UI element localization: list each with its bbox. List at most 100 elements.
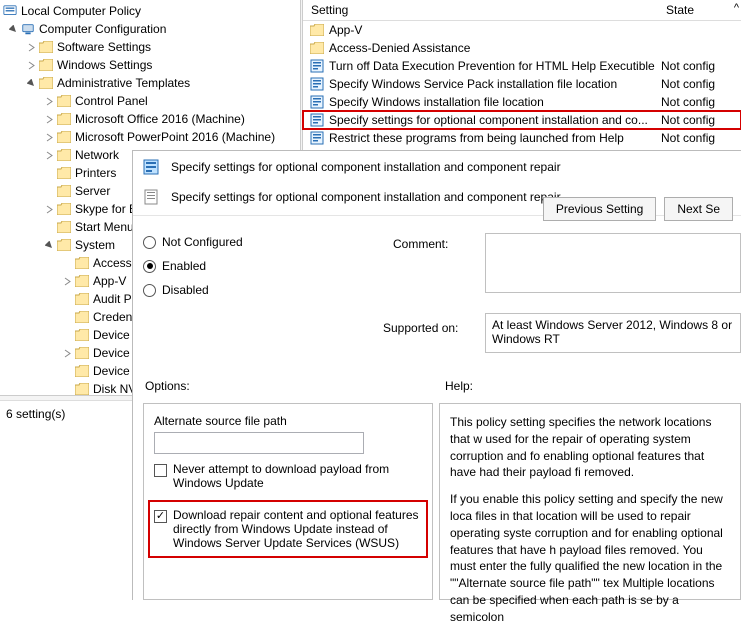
options-label: Options: (145, 379, 190, 393)
checkbox-label: Download repair content and optional fea… (173, 508, 422, 550)
expand-toggle[interactable] (42, 133, 56, 142)
tree-label: Device (93, 346, 130, 360)
list-row[interactable]: Specify Windows Service Pack installatio… (303, 75, 741, 93)
list-state: Not config (661, 77, 741, 91)
column-header-setting[interactable]: Setting (303, 0, 658, 20)
expand-toggle[interactable] (42, 115, 56, 124)
next-setting-button[interactable]: Next Se (664, 197, 733, 221)
folder-icon (74, 255, 90, 271)
policy-root-icon (2, 3, 18, 19)
alt-path-input[interactable] (154, 432, 364, 454)
radio-icon (143, 236, 156, 249)
folder-icon (56, 111, 72, 127)
tree-item-control-panel[interactable]: Control Panel (0, 92, 300, 110)
radio-enabled[interactable]: Enabled (143, 259, 243, 273)
folder-icon (56, 183, 72, 199)
radio-label: Enabled (162, 259, 206, 273)
tree-label: Printers (75, 166, 116, 180)
folder-icon (74, 363, 90, 379)
tree-label: Local Computer Policy (21, 4, 141, 18)
expand-toggle[interactable] (42, 205, 56, 214)
list-row[interactable]: Restrict these programs from being launc… (303, 129, 741, 147)
expand-toggle[interactable] (24, 43, 38, 52)
tree-label: Administrative Templates (57, 76, 190, 90)
expand-toggle[interactable] (6, 25, 20, 34)
radio-disabled[interactable]: Disabled (143, 283, 243, 297)
checkbox-icon (154, 510, 167, 523)
tree-root[interactable]: Local Computer Policy (0, 2, 300, 20)
radio-label: Disabled (162, 283, 209, 297)
list-row[interactable]: Specify Windows installation file locati… (303, 93, 741, 111)
comment-label: Comment: (393, 237, 448, 251)
expand-toggle[interactable] (60, 277, 74, 286)
policy-dialog: Specify settings for optional component … (132, 150, 741, 600)
radio-not-configured[interactable]: Not Configured (143, 235, 243, 249)
folder-icon (309, 22, 325, 38)
folder-icon (38, 75, 54, 91)
tree-label: Creden (93, 310, 132, 324)
list-state: Not config (661, 131, 741, 145)
tree-label: Server (75, 184, 110, 198)
folder-icon (74, 327, 90, 343)
setting-icon (309, 58, 325, 74)
list-row[interactable]: Turn off Data Execution Prevention for H… (303, 57, 741, 75)
expand-toggle[interactable] (60, 349, 74, 358)
dialog-title: Specify settings for optional component … (171, 160, 561, 174)
options-panel: Alternate source file path Never attempt… (143, 403, 433, 600)
list-row[interactable]: Access-Denied Assistance (303, 39, 741, 57)
expand-toggle[interactable] (24, 79, 38, 88)
folder-icon (56, 165, 72, 181)
policy-icon (143, 189, 159, 205)
checkbox-label: Never attempt to download payload from W… (173, 462, 422, 490)
expand-toggle[interactable] (42, 151, 56, 160)
tree-item-powerpoint[interactable]: Microsoft PowerPoint 2016 (Machine) (0, 128, 300, 146)
expand-toggle[interactable] (42, 241, 56, 250)
checkbox-wsus[interactable]: Download repair content and optional fea… (150, 502, 426, 556)
tree-label: Start Menu (75, 220, 134, 234)
dialog-subtitle: Specify settings for optional component … (171, 190, 561, 204)
tree-item-software-settings[interactable]: Software Settings (0, 38, 300, 56)
comment-textarea[interactable] (485, 233, 741, 293)
column-header-state[interactable]: State^ (658, 0, 741, 20)
policy-icon (143, 159, 159, 175)
tree-item-admin-templates[interactable]: Administrative Templates (0, 74, 300, 92)
previous-setting-button[interactable]: Previous Setting (543, 197, 656, 221)
tree-label: Network (75, 148, 119, 162)
expand-toggle[interactable] (42, 97, 56, 106)
folder-icon (56, 147, 72, 163)
folder-icon (309, 40, 325, 56)
tree-item-windows-settings[interactable]: Windows Settings (0, 56, 300, 74)
folder-icon (56, 129, 72, 145)
folder-icon (74, 291, 90, 307)
list-state: Not config (661, 95, 741, 109)
help-paragraph: This policy setting specifies the networ… (450, 414, 730, 481)
tree-computer-config[interactable]: Computer Configuration (0, 20, 300, 38)
checkbox-icon (154, 464, 167, 477)
folder-icon (74, 273, 90, 289)
folder-icon (56, 93, 72, 109)
list-row[interactable]: App-V (303, 21, 741, 39)
help-label: Help: (445, 379, 473, 393)
folder-icon (38, 39, 54, 55)
tree-label: Microsoft PowerPoint 2016 (Machine) (75, 130, 275, 144)
settings-list-panel: Setting State^ App-VAccess-Denied Assist… (303, 0, 741, 155)
radio-icon (143, 260, 156, 273)
tree-item-office[interactable]: Microsoft Office 2016 (Machine) (0, 110, 300, 128)
setting-icon (309, 76, 325, 92)
tree-label: Control Panel (75, 94, 148, 108)
folder-icon (56, 219, 72, 235)
list-row[interactable]: Specify settings for optional component … (303, 111, 741, 129)
status-bar: 6 setting(s) (0, 400, 132, 427)
folder-icon (74, 345, 90, 361)
tree-label: Device (93, 328, 130, 342)
list-body[interactable]: App-VAccess-Denied AssistanceTurn off Da… (303, 21, 741, 147)
alt-path-label: Alternate source file path (154, 414, 422, 428)
list-state: Not config (661, 113, 741, 127)
checkbox-never-download[interactable]: Never attempt to download payload from W… (154, 462, 422, 490)
list-label: Restrict these programs from being launc… (329, 131, 661, 145)
list-state: Not config (661, 59, 741, 73)
status-text: 6 setting(s) (6, 407, 65, 421)
setting-icon (309, 112, 325, 128)
expand-toggle[interactable] (24, 61, 38, 70)
tree-label: Software Settings (57, 40, 151, 54)
